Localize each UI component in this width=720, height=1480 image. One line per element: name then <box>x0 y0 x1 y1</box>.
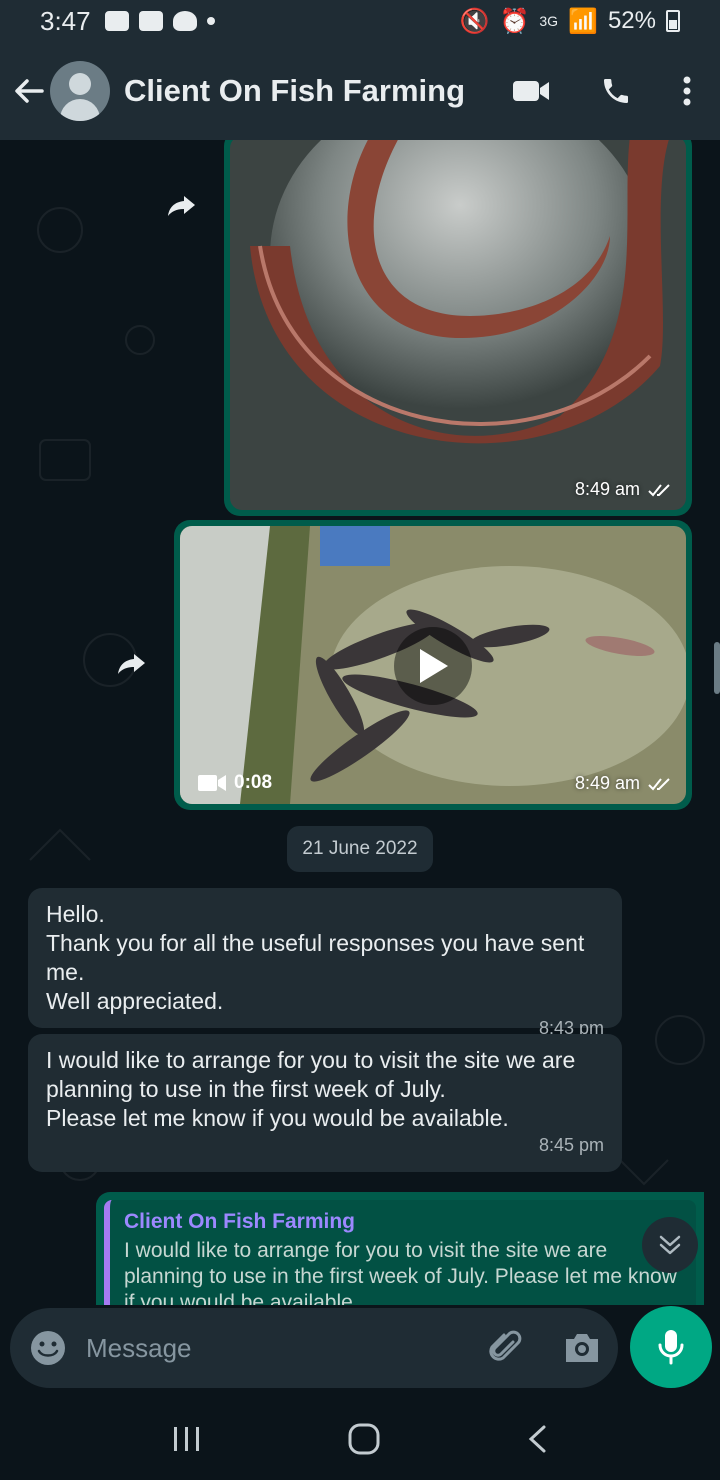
image-message[interactable]: 8:49 am <box>224 140 692 516</box>
video-thumbnail[interactable]: 0:08 8:49 am <box>180 526 686 804</box>
double-check-icon <box>648 777 670 790</box>
image-timestamp: 8:49 am <box>575 479 672 500</box>
play-button[interactable] <box>394 627 472 705</box>
emoji-icon[interactable] <box>28 1328 68 1368</box>
incoming-message[interactable]: Hello. Thank you for all the useful resp… <box>28 888 622 1038</box>
video-duration: 0:08 <box>198 772 272 794</box>
scrollbar[interactable] <box>714 642 720 694</box>
alarm-icon: ⏰ <box>499 7 530 35</box>
video-camera-icon <box>198 775 226 791</box>
status-time: 3:47 <box>40 5 91 36</box>
message-text: I would like to arrange for you to visit… <box>46 1047 576 1131</box>
fish-photo[interactable]: 8:49 am <box>230 140 686 510</box>
message-text: Hello. Thank you for all the useful resp… <box>46 901 585 1014</box>
forward-icon <box>168 196 195 216</box>
recent-apps-icon[interactable] <box>172 1425 202 1453</box>
scroll-to-bottom-button[interactable] <box>642 1217 698 1273</box>
fish-image <box>230 140 686 510</box>
contact-name[interactable]: Client On Fish Farming <box>124 73 465 109</box>
double-check-icon <box>648 483 670 496</box>
message-input-container[interactable] <box>10 1308 618 1388</box>
forward-icon <box>118 654 145 674</box>
forward-button[interactable] <box>110 642 154 686</box>
forward-button[interactable] <box>160 184 204 228</box>
snapchat-icon <box>172 11 197 31</box>
attach-icon[interactable] <box>486 1328 526 1368</box>
quoted-text: I would like to arrange for you to visit… <box>124 1239 677 1305</box>
double-chevron-down-icon <box>659 1235 681 1255</box>
battery-percent: 52% <box>607 7 656 34</box>
quoted-sender: Client On Fish Farming <box>124 1210 356 1233</box>
date-divider: 21 June 2022 <box>287 826 433 872</box>
chat-area[interactable]: 8:49 am 0:08 8:49 am 21 June 2022 Hello.… <box>0 140 720 1305</box>
notification-dot-icon <box>206 17 215 25</box>
system-back-icon[interactable] <box>526 1424 548 1454</box>
outgoing-reply-message[interactable]: Client On Fish Farming I would like to a… <box>96 1192 704 1305</box>
mute-icon: 🔇 <box>459 7 490 35</box>
chat-header: Client On Fish Farming <box>0 42 720 140</box>
video-timestamp: 8:49 am <box>575 773 672 794</box>
home-icon[interactable] <box>347 1422 381 1456</box>
microphone-icon <box>658 1330 684 1365</box>
voice-call-icon[interactable] <box>600 75 632 107</box>
youtube-icon <box>104 11 129 31</box>
status-bar: 3:47 🔇 ⏰ 3G 📶 52% <box>0 0 720 42</box>
message-input[interactable] <box>86 1332 466 1364</box>
play-icon <box>420 649 448 683</box>
message-composer <box>0 1305 720 1397</box>
message-time: 8:45 pm <box>538 1135 604 1155</box>
battery-icon <box>666 10 680 32</box>
quoted-message[interactable]: Client On Fish Farming I would like to a… <box>104 1200 696 1305</box>
contact-avatar[interactable] <box>50 61 110 121</box>
voice-message-button[interactable] <box>630 1306 712 1388</box>
incoming-message[interactable]: I would like to arrange for you to visit… <box>28 1034 622 1172</box>
linkedin-icon <box>138 11 163 31</box>
video-message[interactable]: 0:08 8:49 am <box>174 520 692 810</box>
back-button[interactable] <box>12 74 46 108</box>
camera-icon[interactable] <box>562 1330 602 1366</box>
more-options-icon[interactable] <box>682 76 692 106</box>
system-navigation-bar <box>0 1397 720 1480</box>
signal-icon: 📶 <box>568 7 598 35</box>
network-type: 3G <box>539 13 559 29</box>
back-arrow-icon <box>15 79 44 103</box>
video-call-icon[interactable] <box>512 78 550 104</box>
